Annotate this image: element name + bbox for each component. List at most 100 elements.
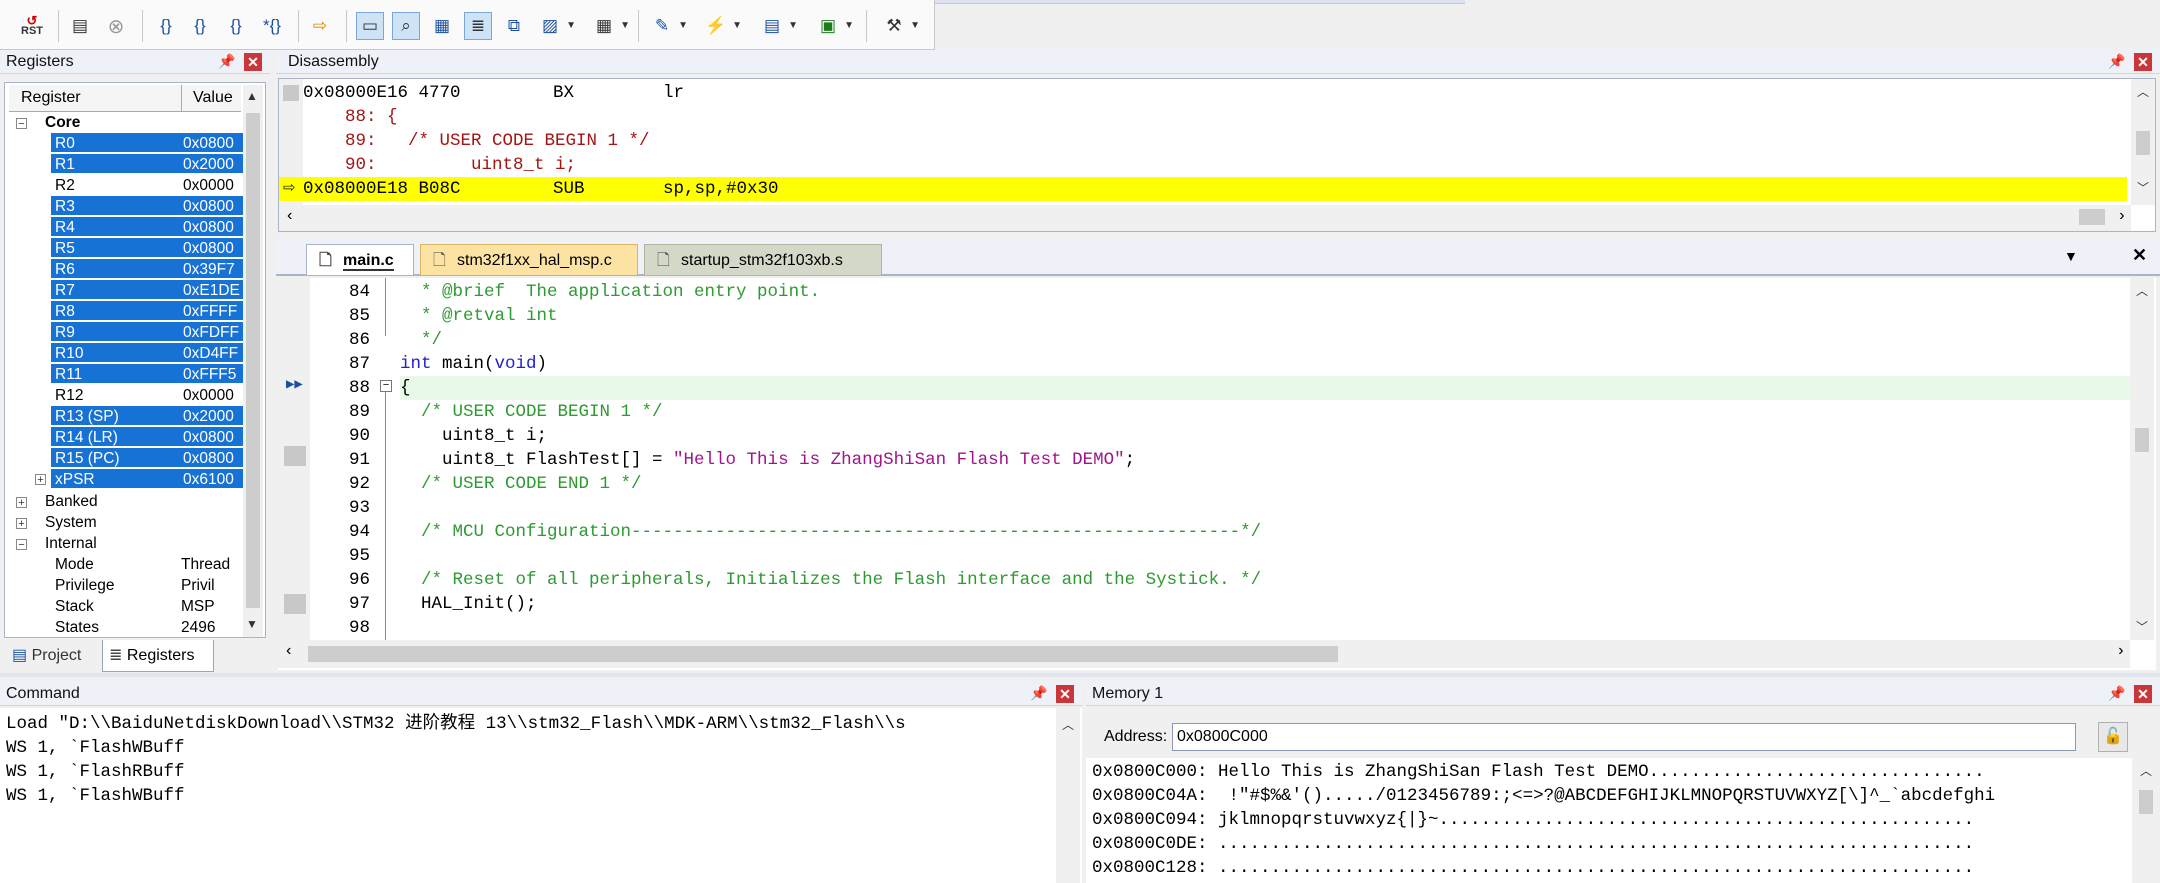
chevron-down-icon[interactable]: ▼ — [678, 20, 688, 31]
register-value[interactable]: 0x0800 — [181, 238, 245, 257]
core-group-label[interactable]: Core — [45, 112, 80, 133]
tab-hal-msp[interactable]: 🗋 stm32f1xx_hal_msp.c — [420, 244, 638, 275]
register-value[interactable]: 0xFFFF — [181, 301, 245, 320]
fold-toggle[interactable]: − — [380, 380, 392, 392]
trace-window-button[interactable]: ▤ ▼ — [758, 12, 798, 40]
tab-list-dropdown-icon[interactable]: ▼ — [2064, 248, 2078, 264]
system-group-label[interactable]: System — [45, 512, 97, 533]
register-row[interactable]: R10 0xD4FF — [51, 343, 245, 364]
pin-icon[interactable]: 📌 — [1030, 685, 1047, 701]
step-button[interactable]: {} — [152, 12, 180, 40]
code-line[interactable]: HAL_Init(); — [400, 592, 537, 616]
expand-toggle[interactable]: + — [16, 518, 27, 530]
memory-vscroll[interactable]: ︿ — [2134, 758, 2158, 883]
run-button[interactable]: ▤ — [66, 12, 94, 40]
register-row[interactable]: R13 (SP) 0x2000 — [51, 406, 245, 427]
register-row[interactable]: R15 (PC) 0x0800 — [51, 448, 245, 469]
pin-icon[interactable]: 📌 — [2108, 685, 2125, 701]
code-line[interactable]: uint8_t i; — [400, 424, 547, 448]
memory-window-button[interactable]: ▦ ▼ — [590, 12, 630, 40]
chevron-down-icon[interactable]: ▼ — [910, 20, 920, 31]
scroll-right-icon[interactable]: › — [2116, 642, 2126, 660]
serial-window-button[interactable]: ✎ ▼ — [648, 12, 688, 40]
internal-row[interactable]: States 2496 — [55, 617, 243, 637]
command-output[interactable]: Load "D:\\BaiduNetdiskDownload\\STM32 进阶… — [0, 708, 1082, 883]
column-value[interactable]: Value — [193, 85, 233, 111]
disasm-current-line[interactable]: 0x08000E18 B08C SUB sp,sp,#0x30 — [303, 177, 779, 201]
stop-debug-button[interactable]: ⊗ — [102, 12, 130, 40]
address-input[interactable]: 0x0800C000 — [1172, 723, 2076, 751]
code-line[interactable]: { — [400, 376, 411, 400]
code-line[interactable]: /* Reset of all peripherals, Initializes… — [400, 568, 1261, 592]
register-row[interactable]: R7 0xE1DE — [51, 280, 245, 301]
scroll-down-icon[interactable]: ▼ — [243, 617, 261, 631]
disassembly-hscroll[interactable]: ‹ › — [279, 205, 2131, 231]
code-line[interactable]: /* USER CODE BEGIN 1 */ — [400, 400, 663, 424]
breakpoint-marker[interactable] — [284, 446, 306, 466]
command-window-button[interactable]: ▭ — [356, 12, 384, 40]
collapse-toggle[interactable]: − — [16, 539, 27, 551]
scroll-up-icon[interactable]: ︿ — [2137, 762, 2155, 779]
editor-hscroll[interactable]: ‹ › — [278, 640, 2130, 668]
tab-registers[interactable]: ≣ Registers — [102, 640, 214, 672]
internal-row[interactable]: Privilege Privil — [55, 575, 243, 596]
expand-toggle[interactable]: + — [35, 474, 46, 486]
disassembly-vscroll[interactable]: ︿ ﹀ — [2131, 79, 2155, 205]
scroll-thumb[interactable] — [2079, 209, 2105, 225]
breakpoint-marker[interactable] — [284, 594, 306, 614]
register-row[interactable]: R6 0x39F7 — [51, 259, 245, 280]
scroll-up-icon[interactable]: ︿ — [2133, 282, 2151, 299]
code-line[interactable]: /* MCU Configuration--------------------… — [400, 520, 1261, 544]
step-over-button[interactable]: {} — [186, 12, 214, 40]
register-value[interactable]: 0x0800 — [181, 133, 245, 152]
banked-group-label[interactable]: Banked — [45, 491, 98, 512]
internal-group-label[interactable]: Internal — [45, 533, 97, 554]
reset-button[interactable]: ↺ RST — [18, 12, 46, 40]
lock-icon[interactable]: 🔓 — [2098, 722, 2128, 752]
register-row[interactable]: R2 0x0000 — [51, 175, 243, 196]
register-row[interactable]: R5 0x0800 — [51, 238, 245, 259]
register-value[interactable]: 0x0800 — [181, 196, 245, 215]
toolbox-button[interactable]: ⚒ ▼ — [880, 12, 920, 40]
scroll-left-icon[interactable]: ‹ — [284, 642, 294, 660]
register-row[interactable]: R3 0x0800 — [51, 196, 245, 217]
close-icon[interactable]: ✕ — [2134, 53, 2152, 71]
code-line[interactable]: * @brief The application entry point. — [400, 280, 820, 304]
register-value[interactable]: 0x0800 — [181, 217, 245, 236]
register-value[interactable]: 0x2000 — [181, 406, 245, 425]
register-value[interactable]: 0x0800 — [181, 448, 245, 467]
collapse-toggle[interactable]: − — [16, 118, 27, 130]
disasm-instruction-line[interactable]: 0x08000E16 4770 BX lr — [303, 81, 684, 105]
close-icon[interactable]: ✕ — [2134, 685, 2152, 703]
column-divider[interactable] — [181, 85, 182, 111]
scroll-thumb[interactable] — [2136, 131, 2150, 155]
register-row[interactable]: R0 0x0800 — [51, 133, 245, 154]
register-value[interactable]: 0xE1DE — [181, 280, 245, 299]
analysis-window-button[interactable]: ⚡ ▼ — [702, 12, 742, 40]
registers-scrollbar[interactable]: ▲ ▼ — [243, 85, 263, 637]
editor-vscroll[interactable]: ︿ ﹀ — [2130, 278, 2154, 640]
scroll-thumb[interactable] — [2139, 790, 2153, 814]
registers-window-button[interactable]: ≣ — [464, 12, 492, 40]
disasm-source-line[interactable]: 90: uint8_t i; — [303, 153, 576, 177]
register-row[interactable]: R1 0x2000 — [51, 154, 245, 175]
pin-icon[interactable]: 📌 — [2108, 53, 2125, 69]
scroll-up-icon[interactable]: ▲ — [243, 89, 261, 103]
scroll-up-icon[interactable]: ︿ — [1059, 716, 1077, 733]
chevron-down-icon[interactable]: ▼ — [844, 20, 854, 31]
memory-dump[interactable]: 0x0800C000: Hello This is ZhangShiSan Fl… — [1086, 758, 2132, 883]
scroll-thumb[interactable] — [246, 113, 260, 608]
breakpoint-marker[interactable] — [283, 85, 299, 101]
scroll-down-icon[interactable]: ﹀ — [2134, 179, 2152, 196]
register-row[interactable]: R4 0x0800 — [51, 217, 245, 238]
register-value[interactable]: 0x0000 — [181, 175, 245, 194]
column-register[interactable]: Register — [21, 85, 81, 111]
splitter[interactable] — [0, 673, 2160, 677]
code-line[interactable]: uint8_t FlashTest[] = "Hello This is Zha… — [400, 448, 1135, 472]
chevron-down-icon[interactable]: ▼ — [620, 20, 630, 31]
tab-startup[interactable]: 🗋 startup_stm32f103xb.s — [644, 244, 882, 275]
scroll-thumb[interactable] — [2135, 428, 2149, 452]
step-out-button[interactable]: {} — [222, 12, 250, 40]
internal-row[interactable]: Stack MSP — [55, 596, 243, 617]
code-line[interactable]: /* USER CODE END 1 */ — [400, 472, 642, 496]
